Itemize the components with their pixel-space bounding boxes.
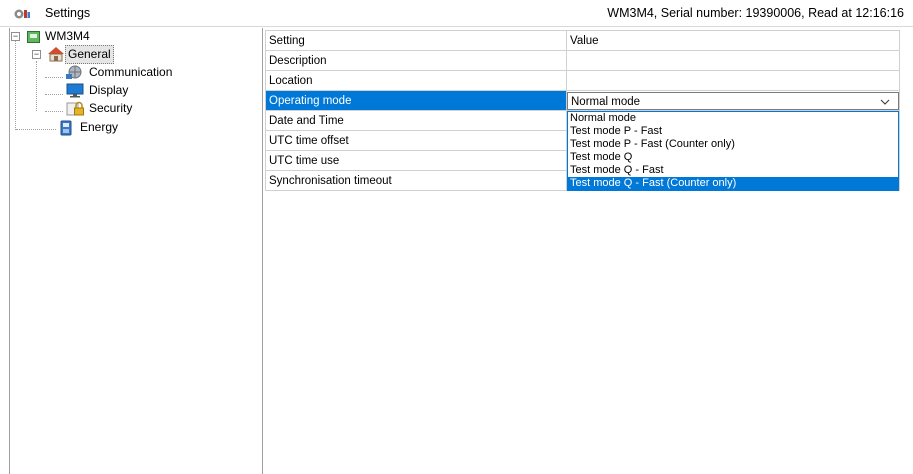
window-title: Settings (45, 6, 91, 20)
operating-mode-selected-value: Normal mode (571, 95, 641, 108)
setting-cell: Synchronisation timeout (265, 170, 567, 191)
settings-tree[interactable]: − WM3M4 − General Communication Display … (9, 28, 261, 474)
grid-header-row: Setting Value (265, 30, 900, 51)
dropdown-option-highlighted[interactable]: Test mode Q - Fast (Counter only) (568, 177, 898, 190)
lock-icon (66, 100, 84, 121)
value-cell[interactable] (566, 50, 900, 71)
operating-mode-dropdown-list[interactable]: Normal mode Test mode P - Fast Test mode… (567, 111, 899, 191)
collapse-icon[interactable]: − (32, 50, 41, 59)
tree-item-wm3m4[interactable]: − WM3M4 (10, 28, 210, 45)
dropdown-option[interactable]: Test mode P - Fast (Counter only) (568, 138, 898, 151)
setting-cell: UTC time use (265, 150, 567, 171)
settings-grid-panel: Setting Value Description Location Opera… (262, 28, 913, 474)
dropdown-option[interactable]: Normal mode (568, 112, 898, 125)
tree-label-communication: Communication (89, 65, 173, 79)
collapse-icon[interactable]: − (11, 32, 20, 41)
tree-item-display[interactable]: Display (10, 82, 210, 99)
device-status: WM3M4, Serial number: 19390006, Read at … (607, 6, 904, 20)
tree-item-general[interactable]: − General (10, 45, 210, 64)
value-cell[interactable] (566, 70, 900, 91)
dropdown-option[interactable]: Test mode Q (568, 151, 898, 164)
table-row[interactable]: Location (265, 70, 900, 91)
operating-mode-combobox[interactable]: Normal mode (567, 91, 899, 110)
tree-item-energy[interactable]: Energy (10, 119, 210, 136)
value-cell[interactable]: Normal mode (566, 90, 900, 111)
dropdown-option[interactable]: Test mode Q - Fast (568, 164, 898, 177)
tree-label-wm3m4: WM3M4 (45, 29, 90, 43)
setting-cell: Description (265, 50, 567, 71)
settings-gear-icon (13, 7, 31, 21)
setting-cell: Operating mode (265, 90, 567, 111)
energy-meter-icon (59, 120, 73, 141)
tree-label-general: General (65, 45, 114, 64)
title-bar: Settings WM3M4, Serial number: 19390006,… (0, 0, 913, 27)
tree-label-security: Security (89, 101, 133, 115)
tree-item-communication[interactable]: Communication (10, 64, 230, 81)
setting-cell: Location (265, 70, 567, 91)
tree-label-display: Display (89, 83, 129, 97)
column-header-setting[interactable]: Setting (265, 30, 567, 51)
setting-cell: UTC time offset (265, 130, 567, 151)
table-row[interactable]: Description (265, 50, 900, 71)
dropdown-option[interactable]: Test mode P - Fast (568, 125, 898, 138)
table-row-selected[interactable]: Operating mode Normal mode (265, 90, 900, 111)
setting-cell: Date and Time (265, 110, 567, 131)
tree-label-energy: Energy (80, 120, 119, 134)
tree-item-security[interactable]: Security (10, 100, 210, 117)
column-header-value[interactable]: Value (566, 30, 900, 51)
